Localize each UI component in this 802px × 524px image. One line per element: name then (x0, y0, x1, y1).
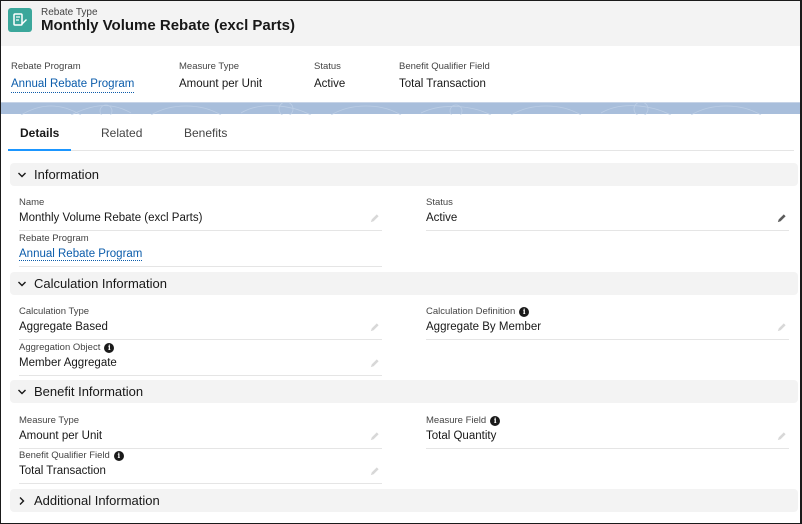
field-aggregation-object: Aggregation Object i Member Aggregate (19, 342, 382, 376)
record-title: Monthly Volume Rebate (excl Parts) (41, 17, 295, 34)
field-rebate-program: Rebate Program Annual Rebate Program (19, 233, 382, 267)
section-additional-header[interactable]: Additional Information (10, 489, 798, 512)
section-title: Information (34, 167, 100, 182)
field-value: Member Aggregate (19, 357, 117, 369)
tab-details[interactable]: Details (20, 126, 59, 140)
rebate-type-icon (8, 8, 32, 32)
field-value: Total Quantity (426, 430, 497, 442)
active-tab-indicator (8, 149, 71, 151)
highlights-panel: Rebate Program Annual Rebate Program Mea… (1, 46, 800, 101)
section-title: Calculation Information (34, 276, 167, 291)
chevron-down-icon (16, 169, 28, 181)
field-label: Name (19, 197, 45, 208)
section-title: Benefit Information (34, 384, 144, 399)
field-benefit-qualifier-field: Benefit Qualifier Field i Total Transact… (19, 450, 382, 484)
edit-pencil-icon[interactable] (776, 431, 787, 442)
field-label: Measure Field (426, 415, 487, 426)
chevron-down-icon (16, 386, 28, 398)
field-label: Benefit Qualifier Field (19, 450, 110, 461)
edit-pencil-icon[interactable] (369, 466, 380, 477)
highlight-label: Rebate Program (11, 61, 81, 72)
field-calculation-type: Calculation Type Aggregate Based (19, 306, 382, 340)
field-label: Status (426, 197, 453, 208)
field-value: Monthly Volume Rebate (excl Parts) (19, 212, 203, 224)
tab-related[interactable]: Related (101, 126, 142, 140)
field-measure-field: Measure Field i Total Quantity (426, 415, 789, 449)
rebate-program-link[interactable]: Annual Rebate Program (11, 78, 135, 93)
record-page: Rebate Type Monthly Volume Rebate (excl … (0, 0, 802, 524)
highlight-value: Amount per Unit (179, 78, 263, 90)
info-icon[interactable]: i (519, 306, 530, 317)
highlight-value: Total Transaction (399, 78, 486, 90)
field-value: Amount per Unit (19, 430, 103, 442)
highlight-value: Active (314, 78, 346, 90)
highlight-measure-type: Measure Type Amount per Unit (179, 61, 262, 90)
edit-pencil-icon[interactable] (369, 358, 380, 369)
field-name: Name Monthly Volume Rebate (excl Parts) (19, 197, 382, 231)
edit-pencil-icon[interactable] (369, 322, 380, 333)
field-value: Total Transaction (19, 465, 106, 477)
record-header: Rebate Type Monthly Volume Rebate (excl … (1, 1, 800, 46)
field-label: Measure Type (19, 415, 80, 426)
highlight-status: Status Active (314, 61, 345, 90)
tab-benefits[interactable]: Benefits (184, 126, 227, 140)
info-icon[interactable]: i (490, 415, 501, 426)
edit-pencil-icon[interactable] (369, 431, 380, 442)
highlight-label: Measure Type (179, 61, 240, 72)
chevron-down-icon (16, 278, 28, 290)
highlight-label: Benefit Qualifier Field (399, 61, 490, 72)
rebate-program-link[interactable]: Annual Rebate Program (19, 248, 143, 261)
field-status: Status Active (426, 197, 789, 231)
field-value: Aggregate By Member (426, 321, 542, 333)
edit-pencil-icon[interactable] (776, 213, 787, 224)
field-calculation-definition: Calculation Definition i Aggregate By Me… (426, 306, 789, 340)
info-icon[interactable]: i (104, 342, 115, 353)
chevron-right-icon (16, 495, 28, 507)
highlight-benefit-qualifier-field: Benefit Qualifier Field Total Transactio… (399, 61, 490, 90)
section-information-header[interactable]: Information (10, 163, 798, 186)
field-label: Aggregation Object (19, 342, 101, 353)
section-benefit-header[interactable]: Benefit Information (10, 380, 798, 403)
decorative-band (1, 102, 800, 115)
section-title: Additional Information (34, 493, 160, 508)
edit-pencil-icon[interactable] (369, 213, 380, 224)
field-value: Active (426, 212, 458, 224)
section-calculation-header[interactable]: Calculation Information (10, 272, 798, 295)
edit-pencil-icon[interactable] (776, 322, 787, 333)
field-label: Calculation Definition (426, 306, 516, 317)
field-label: Calculation Type (19, 306, 90, 317)
field-value: Aggregate Based (19, 321, 108, 333)
info-icon[interactable]: i (113, 450, 124, 461)
field-label: Rebate Program (19, 233, 89, 244)
highlight-label: Status (314, 61, 341, 72)
field-measure-type: Measure Type Amount per Unit (19, 415, 382, 449)
highlight-rebate-program: Rebate Program Annual Rebate Program (11, 61, 135, 93)
record-tabs: Details Related Benefits (8, 114, 794, 151)
